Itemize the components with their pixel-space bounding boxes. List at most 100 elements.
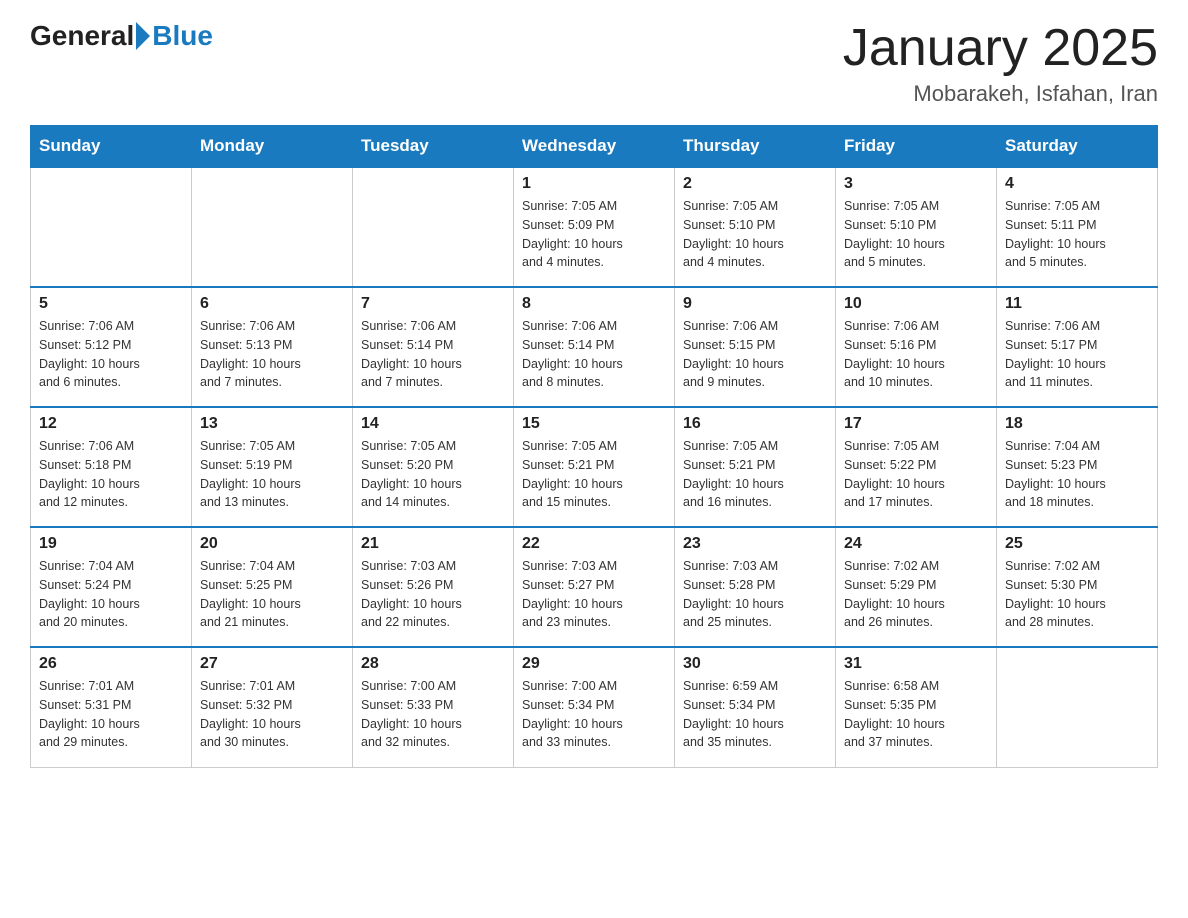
calendar-cell (997, 647, 1158, 767)
day-info: Sunrise: 7:06 AM Sunset: 5:12 PM Dayligh… (39, 317, 183, 392)
day-number: 5 (39, 295, 183, 313)
day-info: Sunrise: 7:04 AM Sunset: 5:24 PM Dayligh… (39, 557, 183, 632)
calendar-cell: 4Sunrise: 7:05 AM Sunset: 5:11 PM Daylig… (997, 167, 1158, 287)
day-number: 20 (200, 535, 344, 553)
day-number: 27 (200, 655, 344, 673)
calendar-cell: 26 Sunrise: 7:01 AM Sunset: 5:31 PM Dayli… (31, 647, 192, 767)
day-number: 19 (39, 535, 183, 553)
calendar-cell (353, 167, 514, 287)
day-number: 25 (1005, 535, 1149, 553)
day-info: Sunrise: 7:05 AM Sunset: 5:21 PM Dayligh… (522, 437, 666, 512)
day-info: Sunrise: 7:06 AM Sunset: 5:16 PM Dayligh… (844, 317, 988, 392)
calendar-cell: 14 Sunrise: 7:05 AM Sunset: 5:20 PM Dayli… (353, 407, 514, 527)
col-header-monday: Monday (192, 126, 353, 168)
calendar-cell: 28Sunrise: 7:00 AM Sunset: 5:33 PM Dayli… (353, 647, 514, 767)
calendar-cell: 21 Sunrise: 7:03 AM Sunset: 5:26 PM Dayli… (353, 527, 514, 647)
day-info: Sunrise: 7:06 AM Sunset: 5:17 PM Dayligh… (1005, 317, 1149, 392)
day-number: 1 (522, 175, 666, 193)
day-info: Sunrise: 7:03 AM Sunset: 5:27 PM Dayligh… (522, 557, 666, 632)
day-info: Sunrise: 6:59 AM Sunset: 5:34 PM Dayligh… (683, 677, 827, 752)
logo-arrow-icon (136, 22, 150, 50)
calendar-cell: 2Sunrise: 7:05 AM Sunset: 5:10 PM Daylig… (675, 167, 836, 287)
day-number: 28 (361, 655, 505, 673)
calendar-location: Mobarakeh, Isfahan, Iran (843, 81, 1158, 107)
day-number: 8 (522, 295, 666, 313)
day-number: 6 (200, 295, 344, 313)
day-number: 13 (200, 415, 344, 433)
day-number: 11 (1005, 295, 1149, 313)
day-number: 10 (844, 295, 988, 313)
calendar-cell: 8 Sunrise: 7:06 AM Sunset: 5:14 PM Daylig… (514, 287, 675, 407)
day-info: Sunrise: 7:00 AM Sunset: 5:34 PM Dayligh… (522, 677, 666, 752)
calendar-cell: 6 Sunrise: 7:06 AM Sunset: 5:13 PM Daylig… (192, 287, 353, 407)
day-info: Sunrise: 7:05 AM Sunset: 5:09 PM Dayligh… (522, 197, 666, 272)
day-number: 29 (522, 655, 666, 673)
calendar-cell: 12Sunrise: 7:06 AM Sunset: 5:18 PM Dayli… (31, 407, 192, 527)
day-number: 9 (683, 295, 827, 313)
day-info: Sunrise: 7:03 AM Sunset: 5:26 PM Dayligh… (361, 557, 505, 632)
calendar-cell: 30 Sunrise: 6:59 AM Sunset: 5:34 PM Dayli… (675, 647, 836, 767)
calendar-cell: 1 Sunrise: 7:05 AM Sunset: 5:09 PM Daylig… (514, 167, 675, 287)
week-row-2: 5 Sunrise: 7:06 AM Sunset: 5:12 PM Daylig… (31, 287, 1158, 407)
calendar-cell: 15Sunrise: 7:05 AM Sunset: 5:21 PM Dayli… (514, 407, 675, 527)
logo-blue-text: Blue (152, 20, 213, 52)
day-info: Sunrise: 7:05 AM Sunset: 5:21 PM Dayligh… (683, 437, 827, 512)
day-number: 21 (361, 535, 505, 553)
calendar-cell: 17 Sunrise: 7:05 AM Sunset: 5:22 PM Dayli… (836, 407, 997, 527)
page-header: General Blue January 2025 Mobarakeh, Isf… (30, 20, 1158, 107)
day-info: Sunrise: 7:04 AM Sunset: 5:25 PM Dayligh… (200, 557, 344, 632)
calendar-cell: 5 Sunrise: 7:06 AM Sunset: 5:12 PM Daylig… (31, 287, 192, 407)
calendar-cell: 9Sunrise: 7:06 AM Sunset: 5:15 PM Daylig… (675, 287, 836, 407)
day-number: 17 (844, 415, 988, 433)
calendar-cell: 10 Sunrise: 7:06 AM Sunset: 5:16 PM Dayli… (836, 287, 997, 407)
calendar-cell: 13 Sunrise: 7:05 AM Sunset: 5:19 PM Dayli… (192, 407, 353, 527)
day-info: Sunrise: 7:05 AM Sunset: 5:22 PM Dayligh… (844, 437, 988, 512)
day-info: Sunrise: 6:58 AM Sunset: 5:35 PM Dayligh… (844, 677, 988, 752)
title-block: January 2025 Mobarakeh, Isfahan, Iran (843, 20, 1158, 107)
day-number: 16 (683, 415, 827, 433)
day-number: 2 (683, 175, 827, 193)
calendar-cell: 3 Sunrise: 7:05 AM Sunset: 5:10 PM Daylig… (836, 167, 997, 287)
day-info: Sunrise: 7:06 AM Sunset: 5:14 PM Dayligh… (522, 317, 666, 392)
calendar-cell: 16 Sunrise: 7:05 AM Sunset: 5:21 PM Dayli… (675, 407, 836, 527)
calendar-cell: 27 Sunrise: 7:01 AM Sunset: 5:32 PM Dayli… (192, 647, 353, 767)
day-info: Sunrise: 7:01 AM Sunset: 5:32 PM Dayligh… (200, 677, 344, 752)
col-header-tuesday: Tuesday (353, 126, 514, 168)
calendar-cell: 24 Sunrise: 7:02 AM Sunset: 5:29 PM Dayli… (836, 527, 997, 647)
col-header-friday: Friday (836, 126, 997, 168)
calendar-cell: 31Sunrise: 6:58 AM Sunset: 5:35 PM Dayli… (836, 647, 997, 767)
col-header-wednesday: Wednesday (514, 126, 675, 168)
day-info: Sunrise: 7:05 AM Sunset: 5:19 PM Dayligh… (200, 437, 344, 512)
calendar-cell: 22Sunrise: 7:03 AM Sunset: 5:27 PM Dayli… (514, 527, 675, 647)
col-header-saturday: Saturday (997, 126, 1158, 168)
week-row-1: 1 Sunrise: 7:05 AM Sunset: 5:09 PM Daylig… (31, 167, 1158, 287)
day-number: 18 (1005, 415, 1149, 433)
day-number: 7 (361, 295, 505, 313)
day-number: 4 (1005, 175, 1149, 193)
logo: General Blue (30, 20, 213, 52)
day-number: 23 (683, 535, 827, 553)
week-row-4: 19 Sunrise: 7:04 AM Sunset: 5:24 PM Dayli… (31, 527, 1158, 647)
calendar-cell (31, 167, 192, 287)
day-info: Sunrise: 7:02 AM Sunset: 5:29 PM Dayligh… (844, 557, 988, 632)
day-number: 26 (39, 655, 183, 673)
day-info: Sunrise: 7:06 AM Sunset: 5:14 PM Dayligh… (361, 317, 505, 392)
day-number: 24 (844, 535, 988, 553)
calendar-cell: 23 Sunrise: 7:03 AM Sunset: 5:28 PM Dayli… (675, 527, 836, 647)
day-info: Sunrise: 7:02 AM Sunset: 5:30 PM Dayligh… (1005, 557, 1149, 632)
day-number: 30 (683, 655, 827, 673)
day-info: Sunrise: 7:04 AM Sunset: 5:23 PM Dayligh… (1005, 437, 1149, 512)
day-info: Sunrise: 7:01 AM Sunset: 5:31 PM Dayligh… (39, 677, 183, 752)
day-info: Sunrise: 7:05 AM Sunset: 5:10 PM Dayligh… (844, 197, 988, 272)
calendar-cell (192, 167, 353, 287)
day-number: 3 (844, 175, 988, 193)
day-info: Sunrise: 7:03 AM Sunset: 5:28 PM Dayligh… (683, 557, 827, 632)
day-info: Sunrise: 7:06 AM Sunset: 5:13 PM Dayligh… (200, 317, 344, 392)
calendar-cell: 11 Sunrise: 7:06 AM Sunset: 5:17 PM Dayli… (997, 287, 1158, 407)
week-row-5: 26 Sunrise: 7:01 AM Sunset: 5:31 PM Dayli… (31, 647, 1158, 767)
week-row-3: 12Sunrise: 7:06 AM Sunset: 5:18 PM Dayli… (31, 407, 1158, 527)
calendar-cell: 18 Sunrise: 7:04 AM Sunset: 5:23 PM Dayli… (997, 407, 1158, 527)
day-number: 14 (361, 415, 505, 433)
day-info: Sunrise: 7:05 AM Sunset: 5:20 PM Dayligh… (361, 437, 505, 512)
col-header-sunday: Sunday (31, 126, 192, 168)
